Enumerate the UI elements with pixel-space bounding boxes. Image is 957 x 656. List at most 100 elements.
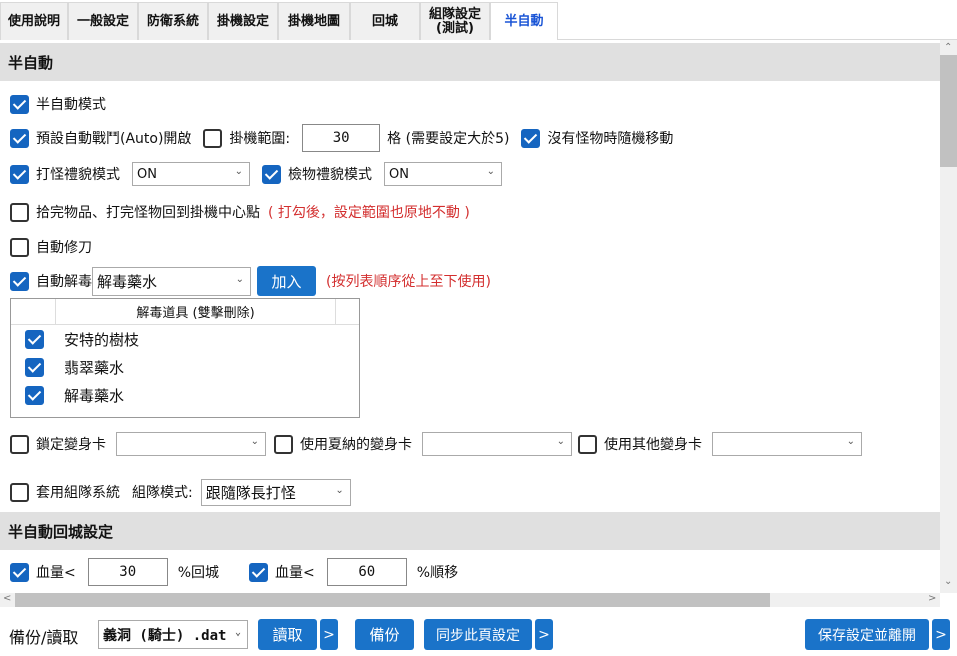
semi-auto-mode-row: 半自動模式 [10, 94, 106, 114]
transform-row: 鎖定變身卡 ⌄ 使用夏納的變身卡 ⌄ 使用其他變身卡 ⌄ [10, 432, 862, 456]
backup-read-label: 備份/讀取 [9, 628, 79, 647]
return-center-row: 拾完物品、打完怪物回到掛機中心點 ( 打勾後，設定範圍也原地不動 ) [10, 202, 470, 222]
list-item[interactable]: 安特的樹枝 [11, 325, 359, 353]
fight-courtesy-checkbox[interactable] [10, 164, 29, 184]
scroll-left-icon[interactable]: < [3, 593, 11, 604]
default-auto-battle-checkbox[interactable] [10, 128, 29, 148]
hp-move-label: 血量< [275, 565, 315, 581]
detox-item-select[interactable]: 解毒藥水 ⌄ [92, 266, 251, 296]
detox-item-list[interactable]: 解毒道具 (雙擊刪除) 安特的樹枝 翡翠藥水 解毒藥水 [10, 298, 360, 418]
sync-page-button[interactable]: 同步此頁設定 [424, 619, 532, 650]
hp-move-checkbox[interactable] [249, 562, 269, 582]
use-xia-transform-select[interactable]: ⌄ [422, 432, 572, 456]
chevron-down-icon: ⌄ [234, 627, 241, 638]
section-header-return-town: 半自動回城設定 [0, 512, 940, 550]
auto-detox-row: 自動解毒 解毒藥水 ⌄ 加入 (按列表順序從上至下使用) [10, 266, 491, 296]
loot-courtesy-checkbox[interactable] [262, 164, 281, 184]
tab-semi-auto[interactable]: 半自動 [490, 2, 558, 41]
tab-general[interactable]: 一般設定 [68, 2, 138, 40]
use-other-transform-select[interactable]: ⌄ [712, 432, 862, 456]
detox-item-checkbox[interactable] [25, 357, 44, 377]
auto-detox-note: (按列表順序從上至下使用) [326, 274, 491, 290]
read-more-button[interactable]: > [320, 619, 338, 650]
fight-courtesy-value: ON [137, 166, 157, 182]
save-exit-button[interactable]: 保存設定並離開 [805, 619, 929, 650]
list-item[interactable]: 翡翠藥水 [11, 353, 359, 381]
use-other-transform-checkbox[interactable] [578, 434, 597, 454]
tab-idle-map[interactable]: 掛機地圖 [278, 2, 350, 40]
party-mode-select[interactable]: 跟隨隊長打怪 ⌄ [200, 478, 351, 506]
save-more-button[interactable]: > [932, 619, 950, 650]
auto-battle-row: 預設自動戰鬥(Auto)開啟 掛機範圍: 30 格 (需要設定大於5) 沒有怪物… [10, 124, 673, 152]
idle-range-checkbox[interactable] [203, 128, 223, 148]
tab-defense[interactable]: 防衛系統 [138, 2, 208, 40]
idle-range-input[interactable]: 30 [302, 124, 381, 152]
party-row: 套用組隊系統 組隊模式: 跟隨隊長打怪 ⌄ [10, 478, 351, 506]
hp-move-suffix: %順移 [416, 565, 459, 581]
sync-more-button[interactable]: > [535, 619, 553, 650]
backup-file-select[interactable]: 義洞 (騎士) .dat ⌄ [98, 620, 248, 649]
detox-list-header-label: 解毒道具 (雙擊刪除) [56, 299, 336, 324]
return-center-checkbox[interactable] [10, 202, 29, 222]
party-mode-value: 跟隨隊長打怪 [205, 483, 296, 502]
tab-party-line2: (測試) [436, 20, 474, 36]
scroll-up-icon[interactable]: ⌃ [944, 42, 952, 53]
tab-party-settings[interactable]: 組隊設定 (測試) [420, 2, 490, 40]
random-move-checkbox[interactable] [521, 128, 541, 148]
use-xia-transform-checkbox[interactable] [274, 434, 293, 454]
detox-item-checkbox[interactable] [25, 329, 44, 349]
semi-auto-mode-label: 半自動模式 [36, 97, 106, 113]
chevron-down-icon: ⌄ [486, 166, 495, 177]
read-button[interactable]: 讀取 [258, 619, 317, 650]
hp-return-suffix: %回城 [177, 565, 220, 581]
idle-range-label: 掛機範圍: [229, 131, 291, 147]
list-item[interactable]: 解毒藥水 [11, 381, 359, 409]
scroll-right-icon[interactable]: > [928, 593, 936, 604]
lock-transform-checkbox[interactable] [10, 434, 29, 454]
detox-item-checkbox[interactable] [25, 385, 44, 405]
loot-courtesy-value: ON [389, 166, 409, 182]
lock-transform-select[interactable]: ⌄ [116, 432, 266, 456]
hp-return-checkbox[interactable] [10, 562, 29, 582]
tab-party-line1: 組隊設定 [428, 6, 481, 22]
vertical-scroll-thumb[interactable] [940, 55, 957, 167]
return-center-label: 拾完物品、打完怪物回到掛機中心點 [36, 205, 260, 221]
tab-instructions[interactable]: 使用說明 [0, 2, 68, 40]
semi-auto-mode-checkbox[interactable] [10, 94, 29, 114]
detox-list-header: 解毒道具 (雙擊刪除) [11, 299, 359, 325]
auto-repair-row: 自動修刀 [10, 237, 92, 257]
chevron-down-icon: ⌄ [235, 273, 244, 285]
idle-range-suffix: 格 (需要設定大於5) [387, 131, 510, 147]
use-other-transform-label: 使用其他變身卡 [604, 437, 702, 453]
detox-item-value: 解毒藥水 [97, 272, 158, 291]
party-mode-label: 組隊模式: [132, 485, 193, 501]
loot-courtesy-select[interactable]: ON ⌄ [384, 162, 502, 186]
backup-file-value: 義洞 (騎士) .dat [103, 627, 227, 644]
backup-button[interactable]: 備份 [355, 619, 414, 650]
lock-transform-label: 鎖定變身卡 [36, 437, 106, 453]
hp-return-input[interactable]: 30 [87, 558, 168, 586]
tab-bar: 使用說明 一般設定 防衛系統 掛機設定 掛機地圖 回城 組隊設定 (測試) 半自… [0, 0, 957, 41]
fight-courtesy-select[interactable]: ON ⌄ [132, 162, 250, 186]
auto-detox-label: 自動解毒 [36, 274, 92, 290]
party-system-checkbox[interactable] [10, 482, 29, 502]
scroll-down-icon[interactable]: ⌄ [944, 576, 952, 587]
auto-repair-label: 自動修刀 [36, 240, 92, 256]
tab-return-town[interactable]: 回城 [350, 2, 420, 40]
auto-repair-checkbox[interactable] [10, 237, 29, 257]
chevron-down-icon: ⌄ [250, 436, 259, 447]
tab-idle-settings[interactable]: 掛機設定 [208, 2, 278, 40]
chevron-down-icon: ⌄ [846, 436, 855, 447]
return-center-note: ( 打勾後，設定範圍也原地不動 ) [268, 205, 470, 221]
hp-move-input[interactable]: 60 [326, 558, 407, 586]
hp-return-label: 血量< [36, 565, 76, 581]
loot-courtesy-label: 檢物禮貌模式 [288, 167, 372, 183]
random-move-label: 沒有怪物時隨機移動 [547, 131, 674, 147]
default-auto-battle-label: 預設自動戰鬥(Auto)開啟 [36, 131, 192, 147]
hp-row: 血量< 30 %回城 血量< 60 %順移 [10, 558, 458, 586]
add-detox-button[interactable]: 加入 [257, 266, 316, 296]
settings-panel: 半自動 半自動模式 預設自動戰鬥(Auto)開啟 掛機範圍: 30 格 (需要設… [0, 40, 940, 593]
horizontal-scroll-thumb[interactable] [15, 593, 770, 607]
auto-detox-checkbox[interactable] [10, 271, 29, 291]
section-header-semi-auto: 半自動 [0, 43, 940, 81]
